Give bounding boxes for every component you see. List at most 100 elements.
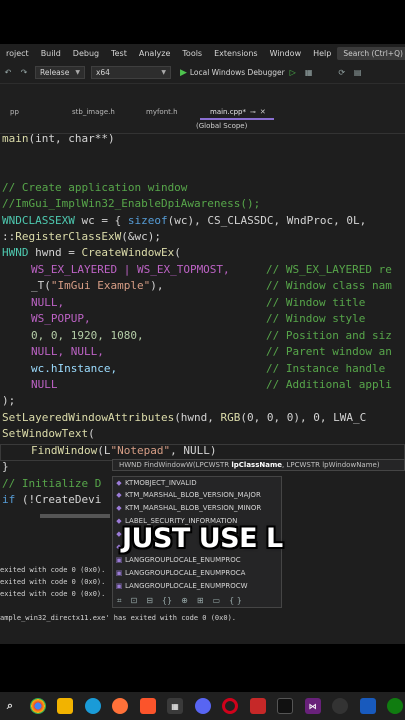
toolbar-gap xyxy=(0,84,405,108)
constant-icon: ◆ xyxy=(116,504,122,512)
menu-extensions[interactable]: Extensions xyxy=(208,49,263,58)
search-icon[interactable]: ⌕ xyxy=(2,698,18,714)
filter-constant-icon[interactable]: ⌗ xyxy=(117,596,122,606)
completion-item[interactable]: ◆ KTMOBJECT_INVALID xyxy=(113,477,196,489)
document-tabs: pp stb_image.h myfont.h main.cpp* ⊸ ✕ xyxy=(0,106,405,120)
signature-rest: , LPCWSTR lpWindowName) xyxy=(282,461,380,469)
code-line: NULL, xyxy=(31,296,65,309)
menu-help[interactable]: Help xyxy=(307,49,337,58)
platform-dropdown[interactable]: x64 ▼ xyxy=(90,66,171,79)
completion-item[interactable]: ▣ LANGGROUPLOCALE_ENUMPROCA xyxy=(113,567,246,579)
horizontal-scrollbar[interactable] xyxy=(40,514,110,518)
brave-icon[interactable] xyxy=(139,698,156,714)
visual-studio-icon[interactable]: ⋈ xyxy=(304,698,321,714)
type-icon: ▣ xyxy=(115,556,123,564)
top-blank-area xyxy=(0,0,405,44)
scope-bar: (Global Scope) xyxy=(0,120,405,134)
jetbrains-icon[interactable] xyxy=(277,698,293,714)
menu-debug[interactable]: Debug xyxy=(67,49,105,58)
menu-build[interactable]: Build xyxy=(35,49,67,58)
redo-icon[interactable]: ↷ xyxy=(19,68,29,78)
completion-item[interactable]: ◆ KTM_MARSHAL_BLOB_VERSION_MINOR xyxy=(113,502,261,514)
code-comment: // Additional appli xyxy=(266,378,392,391)
tab-myfont[interactable]: myfont.h xyxy=(136,106,200,120)
code-line: if (!CreateDevi xyxy=(2,493,102,506)
file-explorer-icon[interactable] xyxy=(57,698,73,714)
pin-icon[interactable]: ⊸ xyxy=(250,108,256,116)
menu-bar: roject Build Debug Test Analyze Tools Ex… xyxy=(0,44,405,62)
configuration-dropdown[interactable]: Release ▼ xyxy=(35,66,85,79)
signature-param: lpClassName xyxy=(231,461,283,469)
menu-project[interactable]: roject xyxy=(0,49,35,58)
code-comment: //ImGui_ImplWin32_EnableDpiAwareness(); xyxy=(2,197,261,210)
xbox-icon[interactable] xyxy=(387,698,403,714)
tab-label: myfont.h xyxy=(146,108,178,116)
tab-label: stb_image.h xyxy=(72,108,115,116)
word-icon[interactable] xyxy=(359,698,376,714)
code-comment: // WS_EX_LAYERED re xyxy=(266,263,392,276)
edge-icon[interactable] xyxy=(84,698,101,714)
filter-field-icon[interactable]: ⊕ xyxy=(181,596,188,606)
code-line: WS_POPUP, xyxy=(31,312,91,325)
signature-text: HWND FindWindowW(LPCWSTR xyxy=(119,461,232,469)
completion-item[interactable]: ▣ LANGGROUPLOCALE_ENUMPROC xyxy=(113,554,241,566)
filter-class-icon[interactable]: ⊡ xyxy=(131,596,138,606)
code-comment: // Window title xyxy=(266,296,366,309)
code-line: SetLayeredWindowAttributes(hwnd, RGB(0, … xyxy=(2,411,367,424)
code-comment: // Create application window xyxy=(2,181,188,194)
filter-enum-icon[interactable]: ⊟ xyxy=(146,596,153,606)
output-line: exited with code 0 (0x0). xyxy=(0,566,106,574)
hot-reload-icon[interactable]: ⟳ xyxy=(337,68,347,78)
filter-type-icon[interactable]: ▭ xyxy=(213,596,221,606)
code-line: } xyxy=(2,460,9,473)
code-line: SetWindowText( xyxy=(2,427,95,440)
code-line: HWND hwnd = CreateWindowEx( xyxy=(2,246,181,259)
code-comment: // Instance handle xyxy=(266,362,386,375)
bottom-blank-area xyxy=(0,644,405,692)
configuration-value: Release xyxy=(40,68,70,77)
tab-main-cpp[interactable]: main.cpp* ⊸ ✕ xyxy=(200,106,274,120)
platform-value: x64 xyxy=(95,68,110,77)
menu-test[interactable]: Test xyxy=(105,49,133,58)
obs-icon[interactable] xyxy=(332,698,348,714)
completion-item[interactable]: ▣ LANGGROUPLOCALE_ENUMPROCW xyxy=(113,580,248,592)
code-line: _T("ImGui Example"), xyxy=(31,279,164,292)
search-box[interactable]: Search (Ctrl+Q) xyxy=(337,46,405,60)
tab-label: main.cpp* xyxy=(210,108,246,116)
tab-stb-image[interactable]: stb_image.h xyxy=(62,106,136,120)
code-comment: // Parent window an xyxy=(266,345,392,358)
signature-help-tooltip: HWND FindWindowW(LPCWSTR lpClassName, LP… xyxy=(112,459,405,471)
type-icon: ▣ xyxy=(115,582,123,590)
code-comment: // Window class nam xyxy=(266,279,392,292)
code-line: NULL xyxy=(31,378,58,391)
close-icon[interactable]: ✕ xyxy=(260,108,266,116)
taskbar: ⌕ ▦ ⋈ xyxy=(0,692,405,720)
run-debugger-button[interactable]: Local Windows Debugger xyxy=(190,68,285,77)
completion-item[interactable]: ◆ KTM_MARSHAL_BLOB_VERSION_MAJOR xyxy=(113,489,261,501)
filter-macro-icon[interactable]: ⊞ xyxy=(197,596,204,606)
menu-tools[interactable]: Tools xyxy=(176,49,208,58)
layout-icon[interactable]: ▤ xyxy=(353,68,363,78)
code-line-current: FindWindow(L"Notepad", NULL) xyxy=(31,444,217,457)
start-without-debugging-icon[interactable]: ▷ xyxy=(288,68,298,78)
store-icon[interactable]: ▦ xyxy=(167,698,183,714)
menu-window[interactable]: Window xyxy=(264,49,308,58)
chrome-icon[interactable] xyxy=(29,698,46,714)
opera-icon[interactable] xyxy=(222,698,238,714)
constant-icon: ◆ xyxy=(116,479,122,487)
vpn-icon[interactable] xyxy=(249,698,266,714)
play-icon[interactable]: ▶ xyxy=(180,68,187,78)
undo-icon[interactable]: ↶ xyxy=(3,68,13,78)
discord-icon[interactable] xyxy=(194,698,211,714)
filter-braces-icon[interactable]: { } xyxy=(229,596,242,606)
code-line: WS_EX_LAYERED | WS_EX_TOPMOST, xyxy=(31,263,230,276)
firefox-icon[interactable] xyxy=(112,698,128,714)
filter-namespace-icon[interactable]: {} xyxy=(162,596,172,606)
scope-dropdown[interactable]: (Global Scope) xyxy=(196,122,247,130)
toolbar-misc-icon[interactable]: ▦ xyxy=(304,68,314,78)
code-line: main(int, char**) xyxy=(2,134,115,145)
output-line: exited with code 0 (0x0). xyxy=(0,590,106,598)
code-line: 0, 0, 1920, 1080, xyxy=(31,329,144,342)
tab-pp[interactable]: pp xyxy=(0,106,62,120)
menu-analyze[interactable]: Analyze xyxy=(133,49,177,58)
